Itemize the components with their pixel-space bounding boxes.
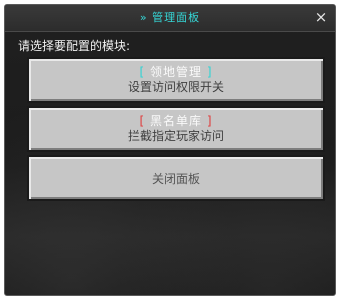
- module-config-dialog: » 管理面板 × 请选择要配置的模块: [ 领地管理 ] 设置访问权限开关 [ …: [4, 4, 336, 296]
- bracket-close: ]: [206, 114, 213, 128]
- close-panel-button[interactable]: 关闭面板: [27, 155, 325, 201]
- blacklist-label: 黑名单库: [149, 114, 202, 128]
- dialog-titlebar: » 管理面板 ×: [5, 5, 335, 32]
- territory-management-button[interactable]: [ 领地管理 ] 设置访问权限开关: [27, 57, 325, 103]
- territory-management-label: 领地管理: [149, 65, 202, 79]
- bracket-open: [: [139, 114, 146, 128]
- blacklist-title: [ 黑名单库 ]: [29, 114, 323, 129]
- close-panel-label: 关闭面板: [151, 172, 200, 186]
- bracket-open: [: [139, 65, 146, 79]
- select-module-prompt: 请选择要配置的模块:: [18, 39, 131, 53]
- bracket-close: ]: [206, 65, 213, 79]
- blacklist-button[interactable]: [ 黑名单库 ] 拦截指定玩家访问: [27, 106, 325, 152]
- close-icon[interactable]: ×: [313, 9, 329, 25]
- blacklist-subtitle: 拦截指定玩家访问: [127, 129, 224, 143]
- dialog-title: » 管理面板: [139, 11, 201, 24]
- territory-management-subtitle: 设置访问权限开关: [127, 80, 224, 94]
- territory-management-title: [ 领地管理 ]: [29, 65, 323, 80]
